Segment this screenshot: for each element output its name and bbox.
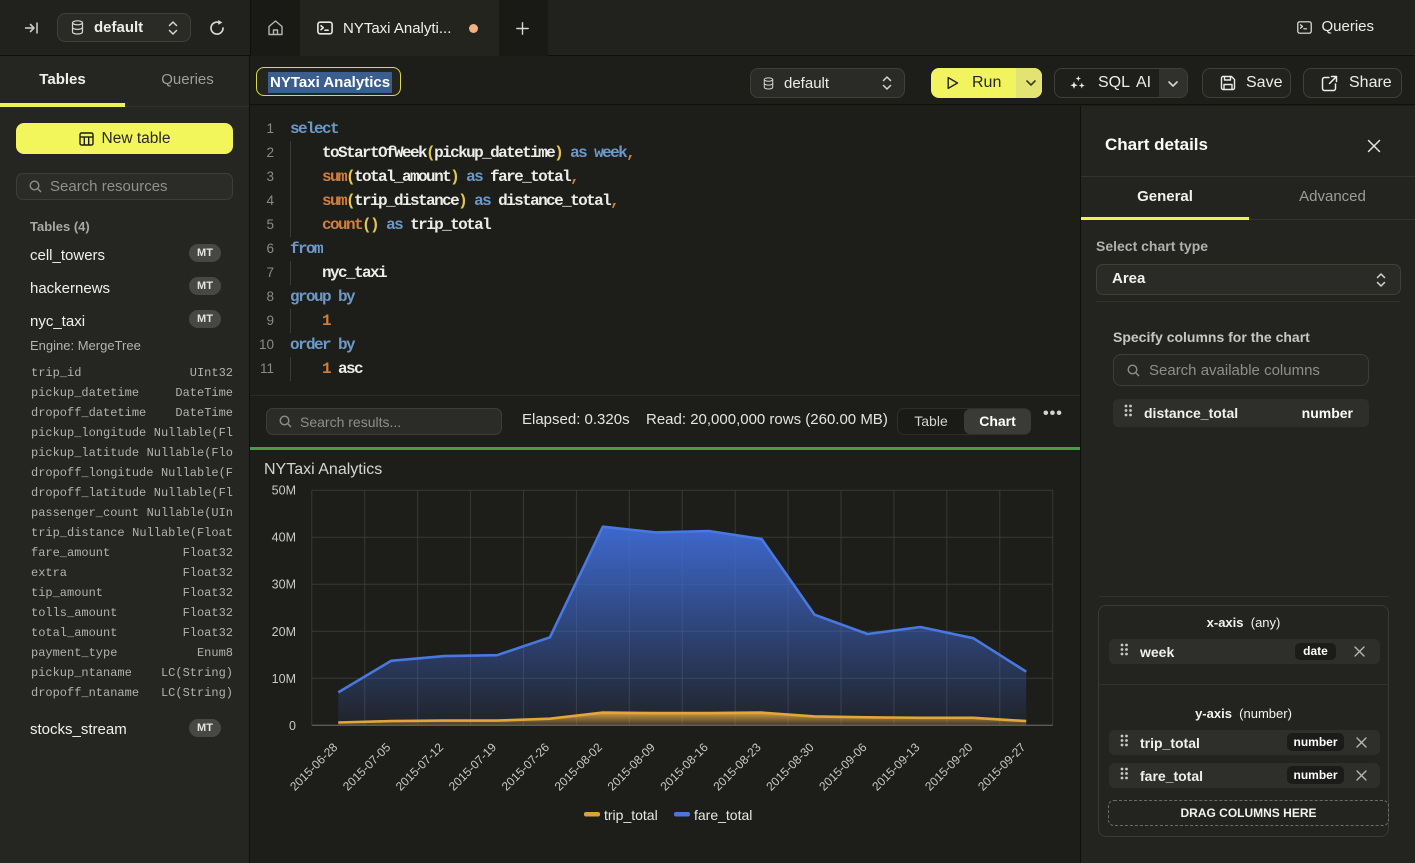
svg-text:10M: 10M bbox=[272, 672, 296, 686]
svg-text:2015-07-26: 2015-07-26 bbox=[499, 740, 553, 794]
svg-text:2015-07-19: 2015-07-19 bbox=[446, 740, 500, 794]
svg-text:2015-07-12: 2015-07-12 bbox=[393, 740, 447, 794]
svg-text:2015-09-27: 2015-09-27 bbox=[975, 740, 1029, 794]
svg-text:0: 0 bbox=[289, 719, 296, 733]
svg-text:30M: 30M bbox=[272, 578, 296, 592]
svg-text:2015-08-09: 2015-08-09 bbox=[605, 740, 659, 794]
svg-text:2015-07-05: 2015-07-05 bbox=[340, 740, 394, 794]
svg-text:50M: 50M bbox=[272, 484, 296, 498]
svg-text:2015-09-13: 2015-09-13 bbox=[869, 740, 923, 794]
svg-text:fare_total: fare_total bbox=[694, 807, 752, 823]
svg-text:2015-08-30: 2015-08-30 bbox=[763, 740, 817, 794]
svg-text:2015-09-06: 2015-09-06 bbox=[816, 740, 870, 794]
svg-text:2015-06-28: 2015-06-28 bbox=[287, 740, 341, 794]
svg-text:2015-09-20: 2015-09-20 bbox=[922, 740, 976, 794]
svg-text:2015-08-02: 2015-08-02 bbox=[552, 740, 606, 794]
svg-text:20M: 20M bbox=[272, 625, 296, 639]
svg-text:trip_total: trip_total bbox=[604, 807, 658, 823]
svg-text:2015-08-23: 2015-08-23 bbox=[710, 740, 764, 794]
svg-text:40M: 40M bbox=[272, 531, 296, 545]
svg-text:2015-08-16: 2015-08-16 bbox=[658, 740, 712, 794]
svg-text:NYTaxi Analytics: NYTaxi Analytics bbox=[264, 461, 382, 478]
